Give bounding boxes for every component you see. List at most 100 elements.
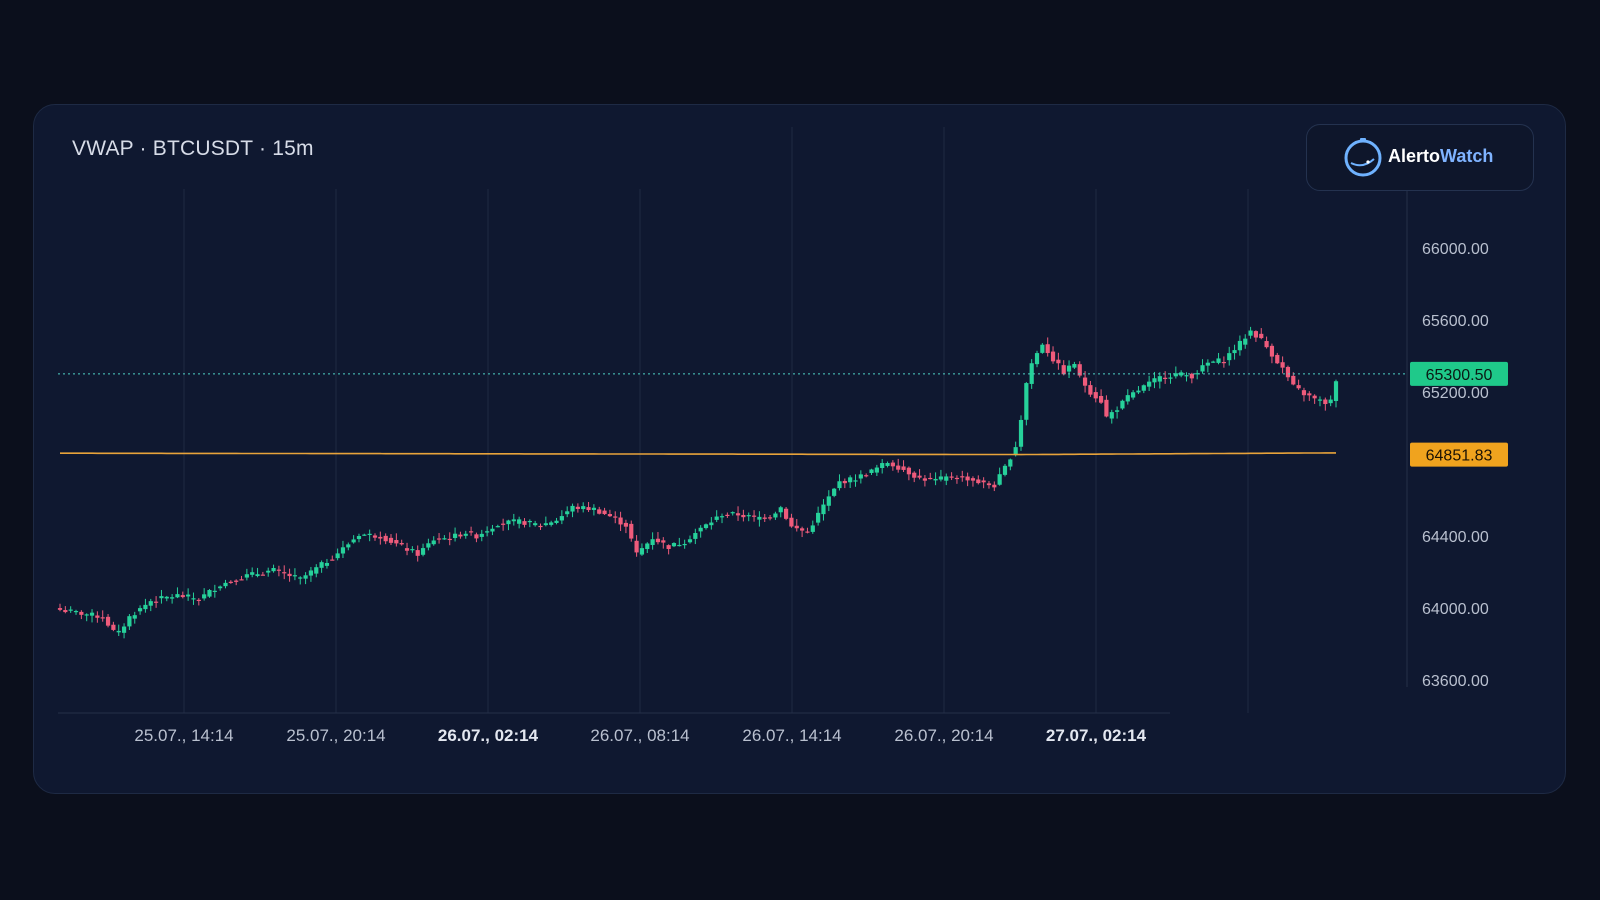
candle-body: [944, 476, 949, 481]
candle-body: [783, 508, 789, 519]
candle-body: [1216, 358, 1221, 363]
candle-body: [255, 574, 260, 577]
candle-body: [175, 594, 180, 598]
candle-body: [234, 580, 239, 582]
candle-body: [1301, 390, 1307, 396]
candle-body: [1200, 365, 1205, 372]
candle-body: [821, 504, 826, 515]
candle-body: [1141, 385, 1146, 391]
candle-body: [853, 480, 858, 482]
candle-body: [928, 477, 933, 480]
candle-body: [266, 570, 271, 573]
vwap-line: [60, 452, 1336, 456]
candle-body: [517, 519, 522, 524]
candle-body: [751, 515, 757, 517]
candle-body: [1285, 366, 1291, 378]
candle-body: [68, 609, 73, 611]
candle-body: [287, 573, 292, 577]
watch-logo-icon: [1344, 138, 1382, 177]
candle-body: [1088, 385, 1093, 395]
candle-body: [1253, 331, 1259, 338]
candle-body: [127, 616, 132, 627]
candle-body: [367, 533, 372, 535]
candle-body: [1147, 381, 1152, 387]
candle-body: [623, 522, 629, 527]
candle-body: [543, 523, 548, 526]
y-tick-label: 66000.00: [1422, 241, 1489, 258]
candle-body: [794, 525, 799, 529]
candle-body: [650, 539, 655, 545]
candle-body: [826, 496, 831, 506]
candle-body: [1189, 373, 1194, 379]
candle-body: [260, 574, 265, 576]
candle-body: [436, 538, 442, 540]
candle-body: [196, 599, 201, 602]
candle-body: [757, 516, 762, 520]
candle-body: [591, 507, 596, 510]
candle-body: [629, 523, 634, 539]
candle-body: [1312, 395, 1317, 399]
candle-body: [1328, 399, 1333, 404]
candle-body: [549, 522, 554, 525]
candle-body: [1098, 395, 1104, 403]
chart-card: 66000.00 65600.00 65200.00 64400.00 64000.00…: [33, 104, 1566, 794]
candle-body: [116, 630, 121, 633]
candle-body: [378, 536, 383, 539]
candle-body: [105, 616, 111, 626]
candle-body: [1291, 375, 1296, 385]
candle-body: [1264, 341, 1269, 348]
candle-body: [501, 523, 506, 525]
candle-body: [613, 516, 618, 518]
candle-body: [1232, 350, 1237, 354]
candle-body: [1243, 338, 1248, 345]
candle-body: [559, 516, 564, 521]
candle-body: [880, 463, 885, 469]
candle-body: [362, 534, 367, 536]
candle-body: [1104, 399, 1109, 417]
candle-body: [383, 535, 388, 542]
candle-body: [661, 540, 666, 543]
x-tick-label: 26.07., 20:14: [894, 726, 993, 745]
candle-body: [1072, 364, 1077, 368]
candle-body: [335, 553, 340, 559]
candle-body: [1109, 412, 1114, 419]
candle-body: [933, 478, 938, 481]
candle-body: [308, 570, 314, 576]
candle-body: [1211, 361, 1216, 363]
candle-body: [458, 534, 463, 537]
candle-body: [212, 590, 217, 592]
candle-body: [346, 544, 351, 548]
candle-body: [976, 479, 981, 484]
candle-body: [586, 507, 591, 511]
candle-body: [864, 475, 869, 477]
candle-body: [901, 466, 906, 470]
candle-body: [922, 478, 928, 481]
candle-body: [137, 608, 143, 612]
candle-body: [1296, 385, 1301, 389]
chart-title: VWAP · BTCUSDT · 15m: [72, 137, 314, 160]
candle-body: [805, 531, 810, 533]
candle-body: [1040, 344, 1045, 353]
candle-body: [324, 562, 330, 566]
candle-body: [1125, 395, 1130, 402]
candle-body: [1184, 375, 1189, 377]
candle-body: [420, 548, 426, 555]
y-tick-label: 64400.00: [1422, 529, 1489, 546]
candle-body: [244, 574, 249, 578]
candle-body: [1275, 354, 1280, 364]
candle-body: [682, 543, 687, 546]
candle-body: [447, 538, 452, 541]
y-tick-label: 65600.00: [1422, 313, 1489, 330]
candlestick-chart[interactable]: 66000.00 65600.00 65200.00 64400.00 64000.00…: [34, 105, 1566, 794]
candle-body: [842, 480, 847, 484]
candle-body: [303, 575, 308, 579]
candle-body: [1269, 345, 1275, 357]
candle-body: [1115, 410, 1120, 412]
candle-body: [693, 533, 698, 539]
candle-body: [762, 517, 767, 519]
logo-wordmark: AlertoWatch: [1388, 146, 1493, 167]
candle-body: [276, 569, 281, 571]
candle-body: [746, 515, 751, 517]
candle-body: [906, 467, 911, 475]
candle-body: [597, 509, 602, 514]
